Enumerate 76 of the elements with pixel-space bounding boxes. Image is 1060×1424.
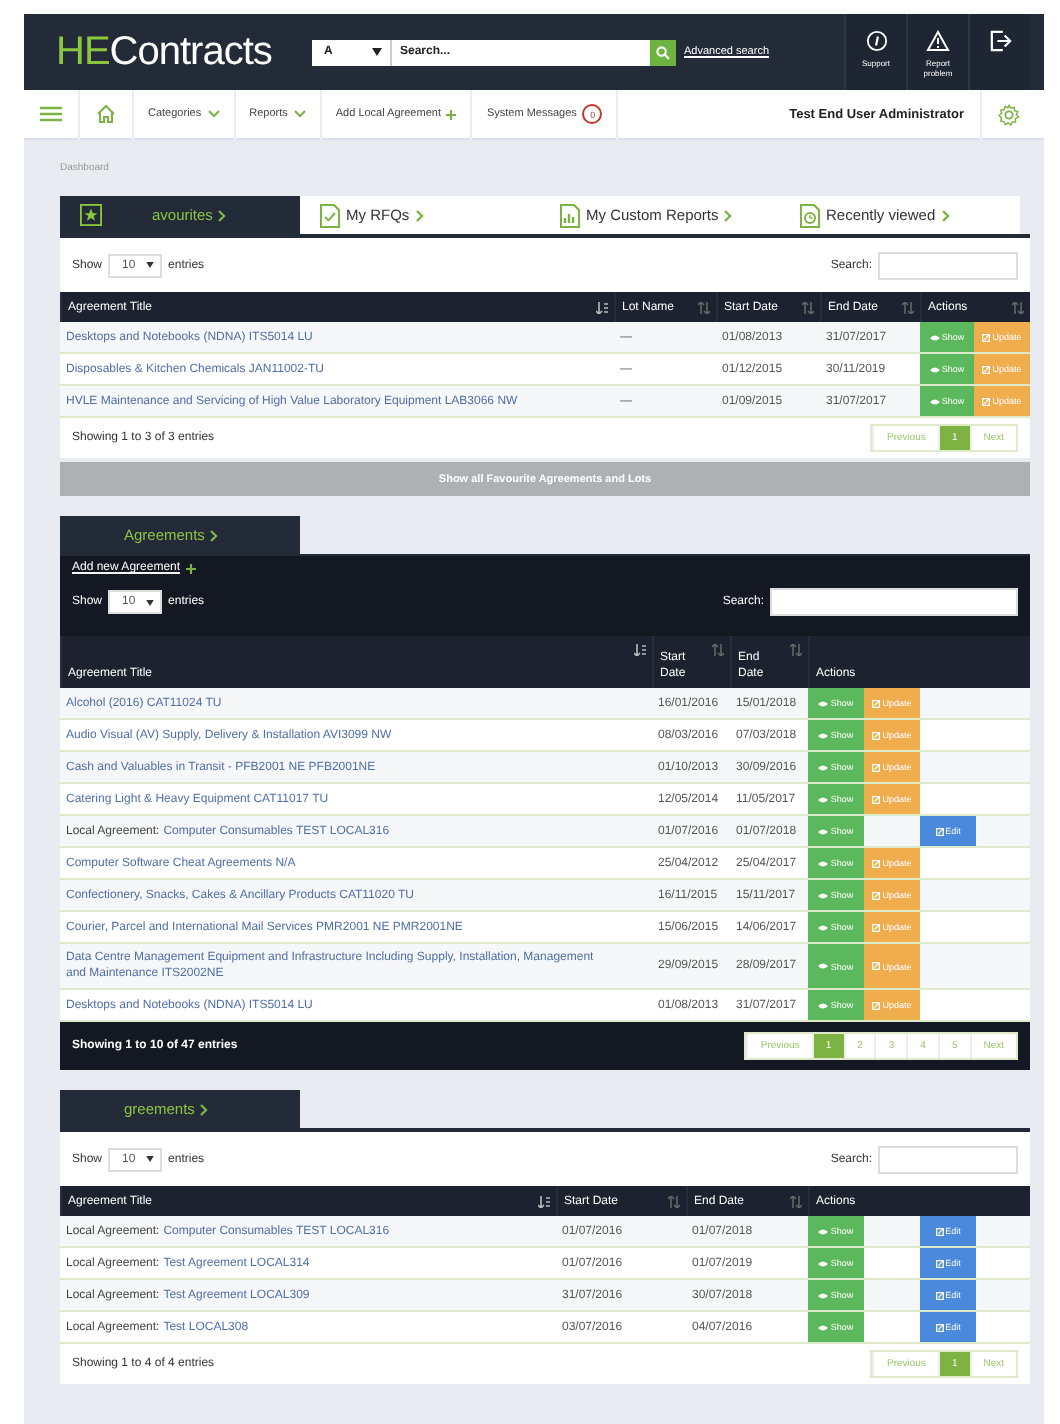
chevron-down-icon bbox=[207, 110, 220, 118]
menu-icon bbox=[40, 106, 62, 122]
edit-icon bbox=[935, 1227, 944, 1235]
edit-icon bbox=[982, 333, 991, 341]
edit-icon bbox=[872, 891, 881, 899]
settings-icon bbox=[998, 103, 1020, 125]
search-icon bbox=[656, 45, 670, 59]
eye-icon bbox=[818, 962, 829, 970]
eye-icon bbox=[818, 891, 829, 899]
search-button[interactable] bbox=[650, 39, 676, 65]
eye-icon bbox=[818, 1323, 829, 1331]
eye-icon bbox=[818, 763, 829, 771]
eye-icon bbox=[818, 1001, 829, 1009]
home-icon bbox=[96, 104, 116, 124]
edit-icon bbox=[935, 1323, 944, 1331]
sort-icon bbox=[790, 644, 802, 656]
edit-icon bbox=[872, 699, 881, 707]
chevron-right-icon bbox=[210, 529, 219, 541]
logout-button[interactable] bbox=[968, 14, 1030, 90]
caret-icon bbox=[146, 262, 155, 268]
sort-ascending-icon bbox=[538, 1195, 550, 1207]
chevron-right-icon bbox=[724, 209, 733, 221]
edit-icon bbox=[982, 365, 991, 373]
eye-icon bbox=[929, 333, 940, 341]
table-search-field[interactable] bbox=[770, 588, 1018, 616]
chevron-right-icon bbox=[941, 209, 950, 221]
sort-icon bbox=[712, 644, 724, 656]
sort-icon bbox=[790, 1195, 802, 1207]
eye-icon bbox=[818, 859, 829, 867]
eye-icon bbox=[818, 699, 829, 707]
plus-icon bbox=[446, 109, 457, 119]
eye-icon bbox=[818, 1227, 829, 1235]
eye-icon bbox=[929, 365, 940, 373]
edit-icon bbox=[935, 1291, 944, 1299]
eye-icon bbox=[929, 397, 940, 405]
edit-icon bbox=[872, 763, 881, 771]
checked-document-icon bbox=[320, 203, 340, 227]
edit-icon bbox=[872, 731, 881, 739]
sort-ascending-icon bbox=[634, 644, 646, 656]
edit-icon bbox=[872, 859, 881, 867]
table-search-field[interactable] bbox=[878, 251, 1018, 279]
chevron-down-icon bbox=[293, 110, 306, 118]
caret-icon bbox=[146, 1156, 155, 1162]
chevron-right-icon bbox=[218, 209, 227, 221]
eye-icon bbox=[818, 731, 829, 739]
caret-icon bbox=[146, 599, 155, 605]
info-icon bbox=[865, 30, 887, 52]
edit-icon bbox=[872, 923, 881, 931]
star-icon bbox=[80, 204, 102, 226]
logout-icon bbox=[989, 30, 1011, 52]
eye-icon bbox=[818, 795, 829, 803]
sort-icon bbox=[902, 301, 914, 313]
edit-icon bbox=[872, 795, 881, 803]
chevron-right-icon bbox=[200, 1103, 209, 1115]
edit-icon bbox=[935, 827, 944, 835]
caret-icon bbox=[372, 48, 382, 56]
chart-document-icon bbox=[560, 203, 580, 227]
eye-icon bbox=[818, 923, 829, 931]
eye-icon bbox=[818, 1291, 829, 1299]
logo: HEContracts bbox=[56, 29, 274, 75]
sort-icon bbox=[668, 1195, 680, 1207]
edit-icon bbox=[982, 397, 991, 405]
warning-icon bbox=[926, 30, 950, 52]
plus-icon bbox=[186, 563, 197, 573]
eye-icon bbox=[818, 827, 829, 835]
edit-icon bbox=[872, 1001, 881, 1009]
sort-icon bbox=[802, 301, 814, 313]
clock-document-icon bbox=[800, 203, 820, 227]
edit-icon bbox=[872, 962, 881, 970]
eye-icon bbox=[818, 1259, 829, 1267]
table-search-field[interactable] bbox=[878, 1145, 1018, 1173]
sort-icon bbox=[698, 301, 710, 313]
edit-icon bbox=[935, 1259, 944, 1267]
chevron-right-icon bbox=[415, 209, 424, 221]
sort-ascending-icon bbox=[596, 301, 608, 313]
sort-icon bbox=[1012, 301, 1024, 313]
